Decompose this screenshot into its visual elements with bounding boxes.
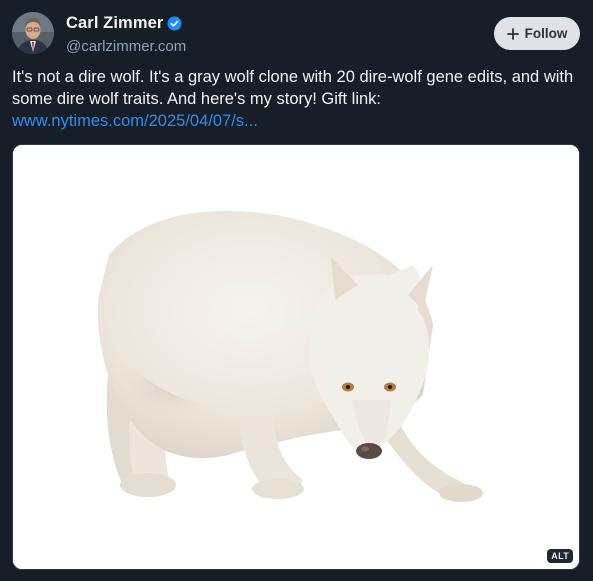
post-card: Carl Zimmer @carlzimmer.com Follow It's …: [0, 0, 593, 581]
follow-button-label: Follow: [524, 26, 568, 41]
verified-badge-icon: [167, 15, 182, 31]
author-name-row: Carl Zimmer: [66, 13, 186, 33]
person-portrait-icon: [12, 12, 54, 54]
post-body: It's not a dire wolf. It's a gray wolf c…: [12, 66, 582, 132]
wolf-image: [13, 145, 579, 569]
author-avatar[interactable]: [12, 12, 54, 54]
post-link[interactable]: www.nytimes.com/2025/04/07/s...: [12, 110, 582, 132]
follow-button[interactable]: Follow: [494, 17, 580, 50]
author-info: Carl Zimmer @carlzimmer.com: [66, 13, 186, 56]
alt-text-badge[interactable]: ALT: [547, 549, 573, 563]
post-image[interactable]: ALT: [12, 144, 580, 570]
author-handle[interactable]: @carlzimmer.com: [66, 38, 186, 55]
plus-icon: [506, 27, 519, 40]
post-text: It's not a dire wolf. It's a gray wolf c…: [12, 68, 574, 108]
author-display-name[interactable]: Carl Zimmer: [66, 14, 163, 33]
